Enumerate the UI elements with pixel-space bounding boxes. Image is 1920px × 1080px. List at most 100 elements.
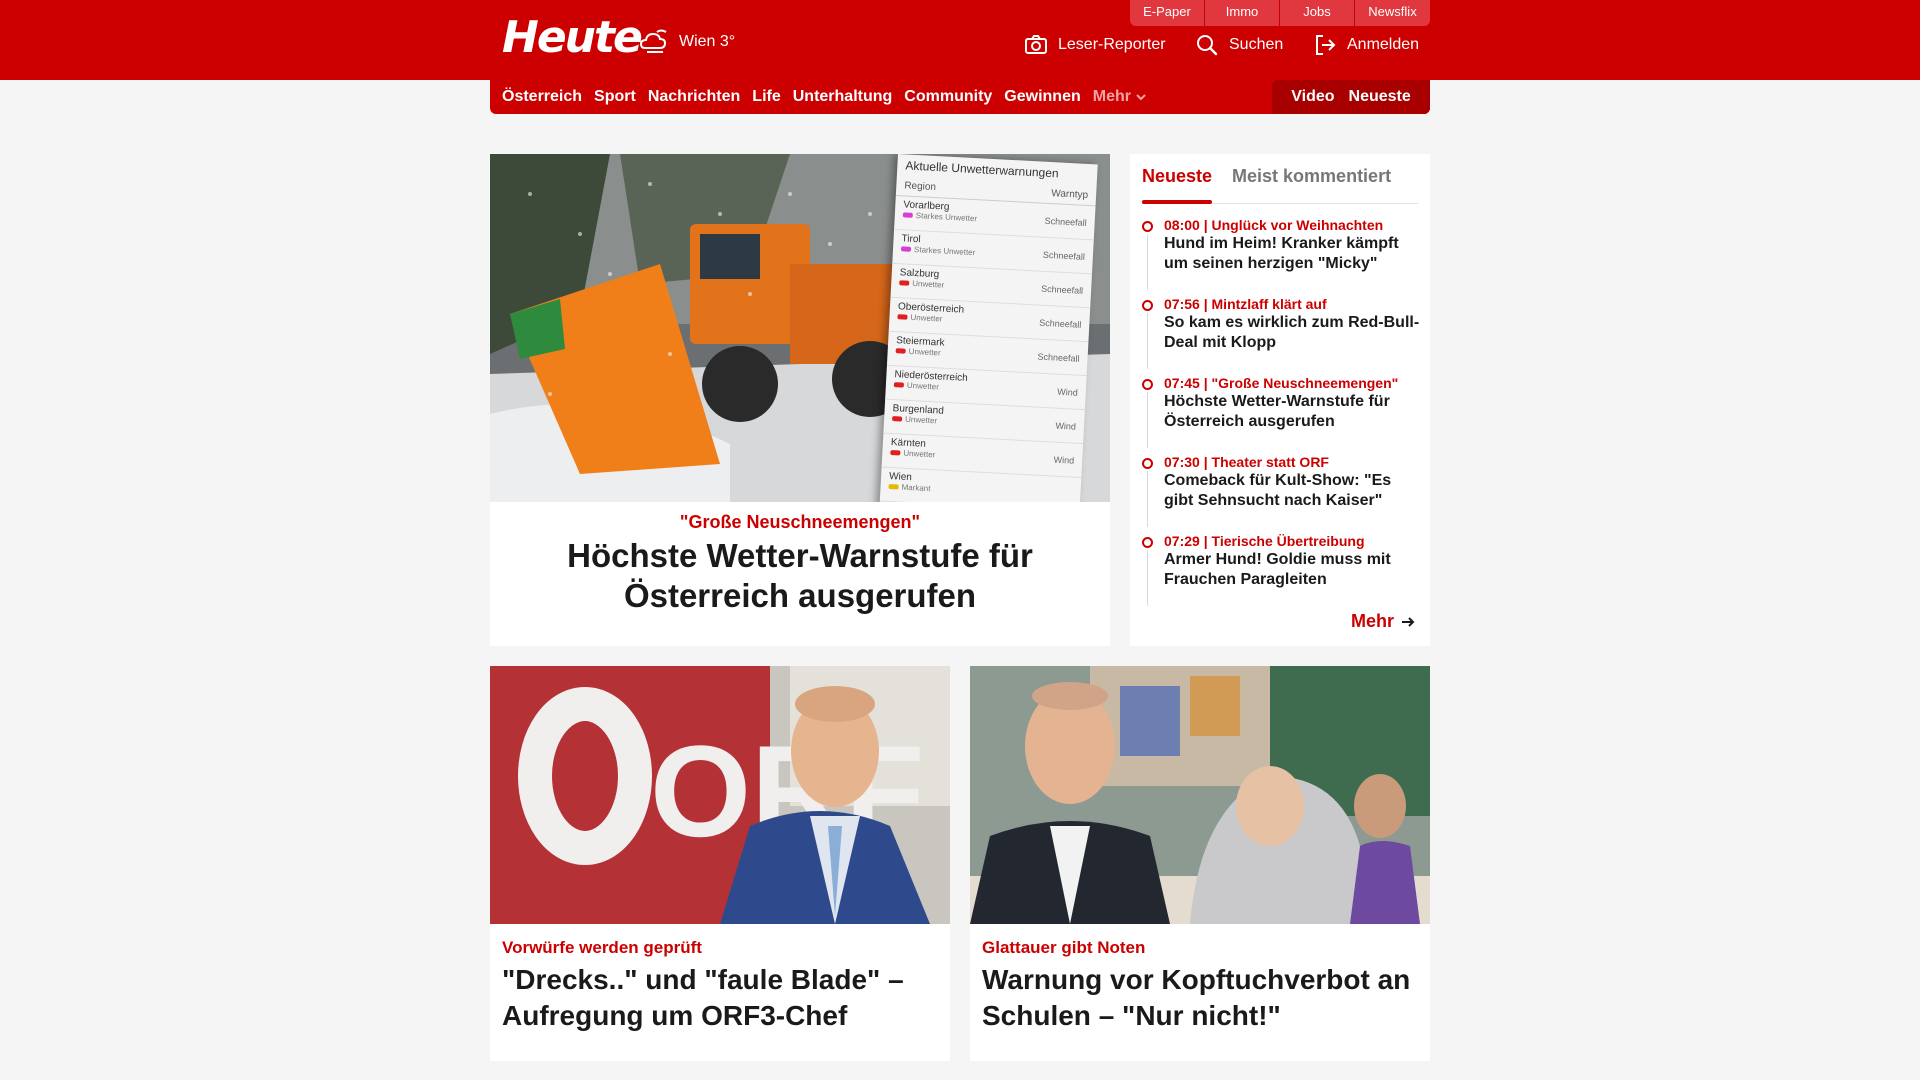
news-item-topic: Theater statt ORF bbox=[1211, 454, 1329, 470]
news-item-time: 07:56 bbox=[1164, 296, 1200, 312]
timeline-dot bbox=[1142, 300, 1153, 311]
camera-icon bbox=[1025, 35, 1047, 54]
quick-link-epaper[interactable]: E-Paper bbox=[1130, 0, 1205, 26]
sidebar-more-link[interactable]: Mehr bbox=[1351, 611, 1416, 632]
main-nav: Österreich Sport Nachrichten Life Unterh… bbox=[490, 80, 1430, 114]
quick-link-newsflix[interactable]: Newsflix bbox=[1355, 0, 1430, 26]
warning-type: Schneefall bbox=[1040, 283, 1084, 296]
warning-level-text: Starkes Unwetter bbox=[915, 211, 978, 224]
warning-type: Schneefall bbox=[1039, 317, 1082, 330]
news-item-time: 07:45 bbox=[1164, 375, 1200, 391]
warning-level-text: Unwetter bbox=[910, 312, 943, 324]
news-item-title: Armer Hund! Goldie muss mit Frauchen Par… bbox=[1164, 551, 1391, 588]
search-label: Suchen bbox=[1229, 36, 1284, 53]
quick-link-immo[interactable]: Immo bbox=[1205, 0, 1280, 26]
warning-color-swatch bbox=[900, 246, 912, 252]
news-item-topic: Tierische Übertreibung bbox=[1211, 533, 1365, 549]
login-label: Anmelden bbox=[1347, 36, 1420, 53]
sidebar-list: 08:00 | Unglück vor Weihnachten Hund im H… bbox=[1142, 216, 1422, 611]
article-card-kopftuch[interactable]: Glattauer gibt Noten Warnung vor Kopftuc… bbox=[970, 666, 1430, 1061]
timeline-dot bbox=[1142, 458, 1153, 469]
timeline-dot bbox=[1142, 221, 1153, 232]
login-icon bbox=[1316, 35, 1336, 55]
weather-text: Wien 3° bbox=[679, 33, 736, 50]
nav-neueste[interactable]: Neueste bbox=[1349, 88, 1411, 106]
news-item-topic: Mintzlaff klärt auf bbox=[1211, 296, 1327, 312]
hero-image[interactable]: Aktuelle Unwetterwarnungen Region Warnty… bbox=[490, 154, 1110, 502]
hero-title[interactable]: Höchste Wetter-Warnstufe für Österreich … bbox=[520, 536, 1080, 616]
warning-type: Schneefall bbox=[1037, 351, 1080, 364]
quick-link-jobs[interactable]: Jobs bbox=[1280, 0, 1355, 26]
warning-level-text: Unwetter bbox=[912, 278, 945, 290]
warning-type: Schneefall bbox=[1044, 215, 1087, 228]
warning-level-text: Unwetter bbox=[903, 448, 936, 460]
news-item-time: 07:29 bbox=[1164, 533, 1200, 549]
news-item-kicker: 07:56 | Mintzlaff klärt auf bbox=[1164, 296, 1327, 312]
warning-col-type: Warntyp bbox=[1050, 188, 1089, 201]
news-item-time: 08:00 bbox=[1164, 217, 1200, 233]
warning-type: Wind bbox=[1055, 420, 1077, 432]
warning-col-region: Region bbox=[904, 180, 937, 194]
hero-article[interactable]: Aktuelle Unwetterwarnungen Region Warnty… bbox=[490, 154, 1110, 646]
nav-video[interactable]: Video bbox=[1291, 88, 1334, 106]
news-item-kicker: 08:00 | Unglück vor Weihnachten bbox=[1164, 217, 1384, 233]
weather-widget[interactable]: Wien 3° bbox=[639, 28, 735, 56]
nav-more-label: Mehr bbox=[1092, 88, 1131, 105]
nav-item-life[interactable]: Life bbox=[752, 88, 780, 106]
arrow-right-icon bbox=[1402, 616, 1415, 627]
card-title[interactable]: Warnung vor Kopftuchverbot an Schulen – … bbox=[982, 962, 1418, 1034]
quick-links: E-Paper Immo Jobs Newsflix bbox=[1130, 0, 1430, 26]
login-button[interactable]: Anmelden bbox=[1313, 33, 1419, 57]
nav-more-dropdown[interactable]: Mehr bbox=[1093, 88, 1147, 106]
news-item-topic: "Große Neuschneemengen" bbox=[1211, 375, 1399, 391]
weather-cloud-icon bbox=[639, 29, 667, 53]
card-kicker: Glattauer gibt Noten bbox=[982, 938, 1146, 957]
nav-item-unterhaltung[interactable]: Unterhaltung bbox=[793, 88, 893, 106]
warning-table: Aktuelle Unwetterwarnungen Region Warnty… bbox=[879, 154, 1098, 502]
timeline-line bbox=[1147, 234, 1148, 290]
heute-logo[interactable]: Heute bbox=[502, 12, 643, 63]
warning-color-swatch bbox=[895, 348, 906, 354]
warning-type: Schneefall bbox=[1042, 249, 1086, 262]
warning-color-swatch bbox=[892, 416, 903, 422]
timeline-line bbox=[1147, 471, 1148, 527]
news-list-item[interactable]: 07:56 | Mintzlaff klärt auf So kam es wir… bbox=[1142, 295, 1422, 374]
sidebar-tabs: Neueste Meist kommentiert bbox=[1142, 162, 1418, 204]
warning-color-swatch bbox=[899, 280, 910, 286]
orf3-image[interactable]: ORF bbox=[490, 666, 950, 924]
news-item-topic: Unglück vor Weihnachten bbox=[1211, 217, 1384, 233]
news-list-item[interactable]: 07:29 | Tierische Übertreibung Armer Hund… bbox=[1142, 532, 1422, 611]
timeline-line bbox=[1147, 313, 1148, 369]
news-item-kicker: 07:45 | "Große Neuschneemengen" bbox=[1164, 375, 1399, 391]
sidebar-more-label: Mehr bbox=[1350, 611, 1394, 631]
news-list-item[interactable]: 07:30 | Theater statt ORF Comeback für Ku… bbox=[1142, 453, 1422, 532]
nav-item-community[interactable]: Community bbox=[904, 88, 992, 106]
card-title[interactable]: "Drecks.." und "faule Blade" – Aufregung… bbox=[502, 962, 938, 1034]
news-item-kicker: 07:30 | Theater statt ORF bbox=[1164, 454, 1329, 470]
warning-type: Wind bbox=[1057, 386, 1079, 398]
nav-item-nachrichten[interactable]: Nachrichten bbox=[648, 88, 740, 106]
search-button[interactable]: Suchen bbox=[1195, 33, 1283, 57]
warning-level-text: Starkes Unwetter bbox=[913, 244, 976, 258]
leser-reporter-label: Leser-Reporter bbox=[1058, 36, 1166, 53]
news-list-item[interactable]: 08:00 | Unglück vor Weihnachten Hund im H… bbox=[1142, 216, 1422, 295]
news-item-title: Höchste Wetter-Warnstufe für Österreich … bbox=[1164, 393, 1390, 430]
nav-item-oesterreich[interactable]: Österreich bbox=[502, 88, 582, 106]
hero-kicker: "Große Neuschneemengen" bbox=[679, 512, 921, 532]
warning-color-swatch bbox=[897, 314, 908, 320]
warning-level-text: Unwetter bbox=[904, 414, 938, 426]
nav-item-sport[interactable]: Sport bbox=[594, 88, 636, 106]
news-item-time: 07:30 bbox=[1164, 454, 1200, 470]
timeline-line bbox=[1147, 392, 1148, 448]
card-kicker: Vorwürfe werden geprüft bbox=[502, 938, 702, 957]
leser-reporter-button[interactable]: Leser-Reporter bbox=[1024, 33, 1166, 57]
nav-item-gewinnen[interactable]: Gewinnen bbox=[1004, 88, 1080, 106]
article-card-orf3[interactable]: ORF Vorwürfe werden geprüft "Drecks.." u… bbox=[490, 666, 950, 1061]
tab-neueste[interactable]: Neueste bbox=[1142, 162, 1213, 204]
warning-color-swatch bbox=[902, 212, 913, 218]
kopftuch-image[interactable] bbox=[970, 666, 1430, 924]
classroom-image bbox=[970, 666, 1430, 924]
news-list-item[interactable]: 07:45 | "Große Neuschneemengen" Höchste W… bbox=[1142, 374, 1422, 453]
warning-color-swatch bbox=[888, 483, 899, 490]
tab-meist-kommentiert[interactable]: Meist kommentiert bbox=[1232, 162, 1391, 203]
